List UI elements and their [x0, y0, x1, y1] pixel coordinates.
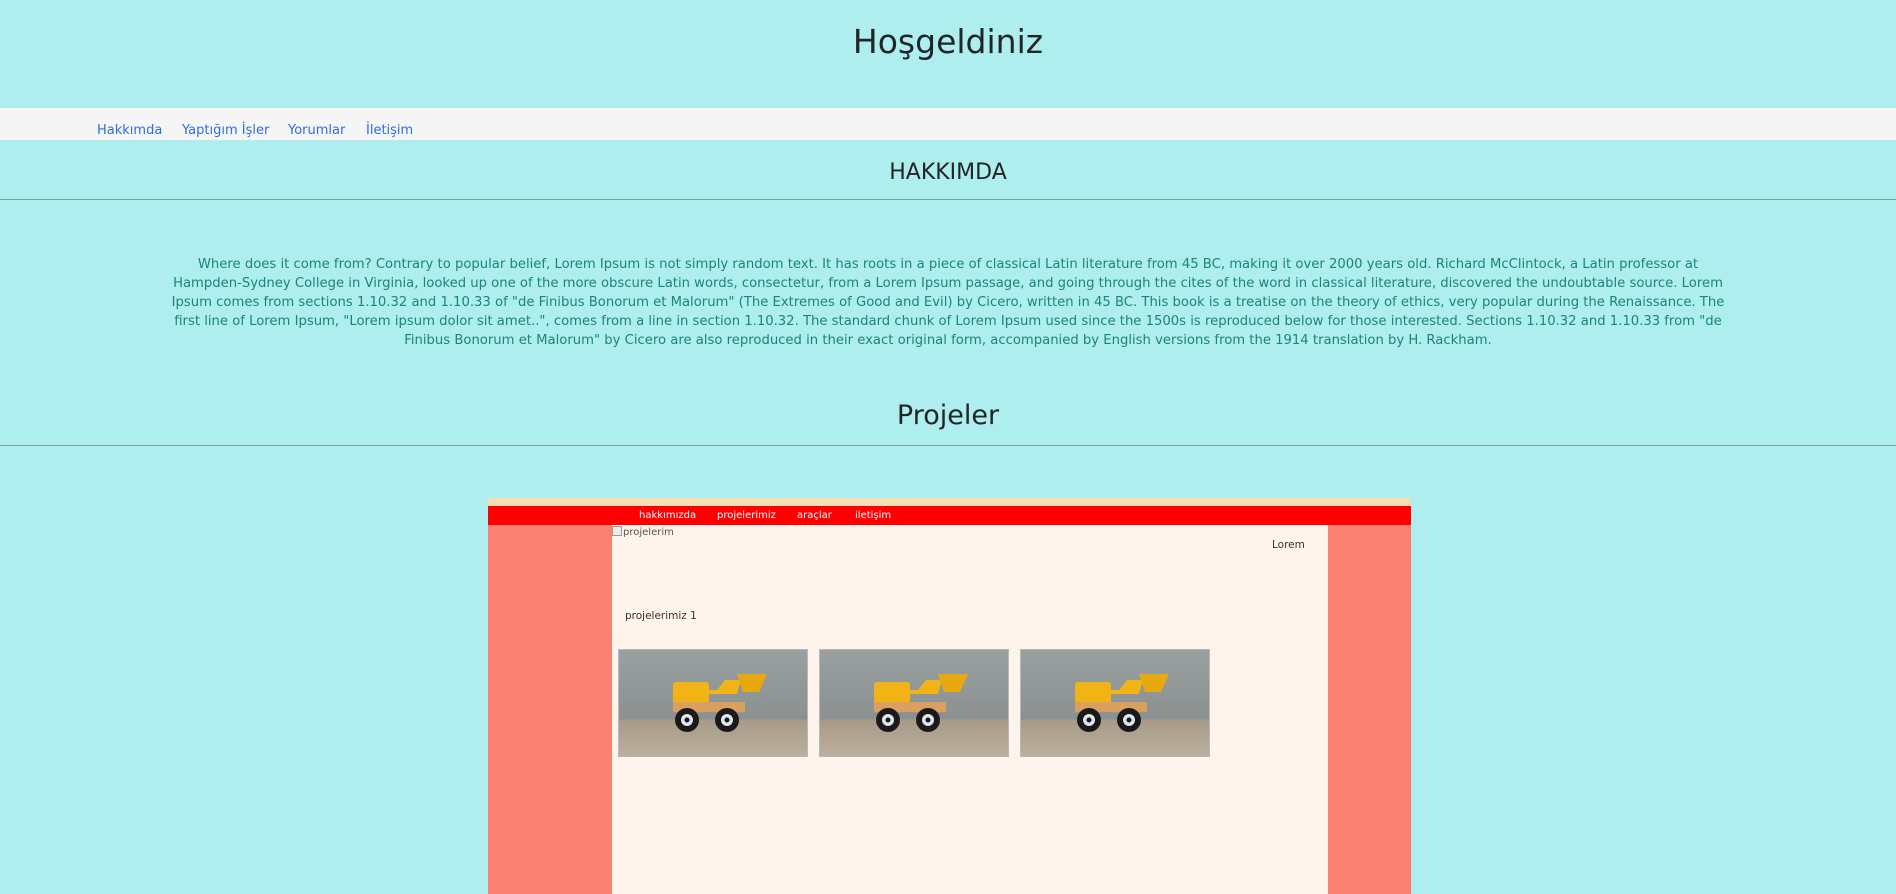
- nav-link-yorumlar[interactable]: Yorumlar: [288, 123, 345, 138]
- project-thumbnail-2[interactable]: [819, 649, 1009, 757]
- about-paragraph: Where does it come from? Contrary to pop…: [171, 257, 1725, 348]
- preview-nav-araclar[interactable]: araçlar: [797, 510, 832, 521]
- broken-image-alt: projelerim: [623, 527, 674, 538]
- toy-bulldozer-icon: [1021, 650, 1209, 756]
- preview-top-strip: [488, 498, 1411, 506]
- preview-nav-hakkimizda[interactable]: hakkımızda: [639, 510, 696, 521]
- broken-image: projelerim: [612, 526, 674, 538]
- toy-bulldozer-icon: [820, 650, 1008, 756]
- preview-section-heading: projelerimiz 1: [625, 610, 697, 622]
- project-thumbnail-3[interactable]: [1020, 649, 1210, 757]
- toy-bulldozer-icon: [619, 650, 807, 756]
- project-thumbnail-1[interactable]: [618, 649, 808, 757]
- preview-content: projelerim Lorem projelerimiz 1: [612, 525, 1328, 894]
- nav-link-yaptigim-isler[interactable]: Yaptığım İşler: [182, 123, 269, 138]
- main-navbar: Hakkımda Yaptığım İşler Yorumlar İletişi…: [0, 108, 1896, 140]
- preview-nav-iletisim[interactable]: iletişim: [855, 510, 891, 521]
- projects-title: Projeler: [896, 400, 1000, 431]
- preview-side-text: Lorem: [1272, 539, 1305, 551]
- projects-divider: [0, 445, 1896, 446]
- nav-link-hakkimda[interactable]: Hakkımda: [97, 123, 162, 138]
- about-divider: [0, 199, 1896, 200]
- hero-header: Hoşgeldiniz: [0, 0, 1896, 108]
- project-preview[interactable]: hakkımızda projelerimiz araçlar iletişim…: [488, 498, 1411, 894]
- preview-nav-projelerimiz[interactable]: projelerimiz: [717, 510, 776, 521]
- page-title: Hoşgeldiniz: [852, 22, 1044, 61]
- nav-link-iletisim[interactable]: İletişim: [366, 123, 413, 138]
- broken-image-icon: [612, 526, 622, 536]
- about-title: HAKKIMDA: [889, 160, 1007, 185]
- preview-navbar: hakkımızda projelerimiz araçlar iletişim: [488, 506, 1411, 525]
